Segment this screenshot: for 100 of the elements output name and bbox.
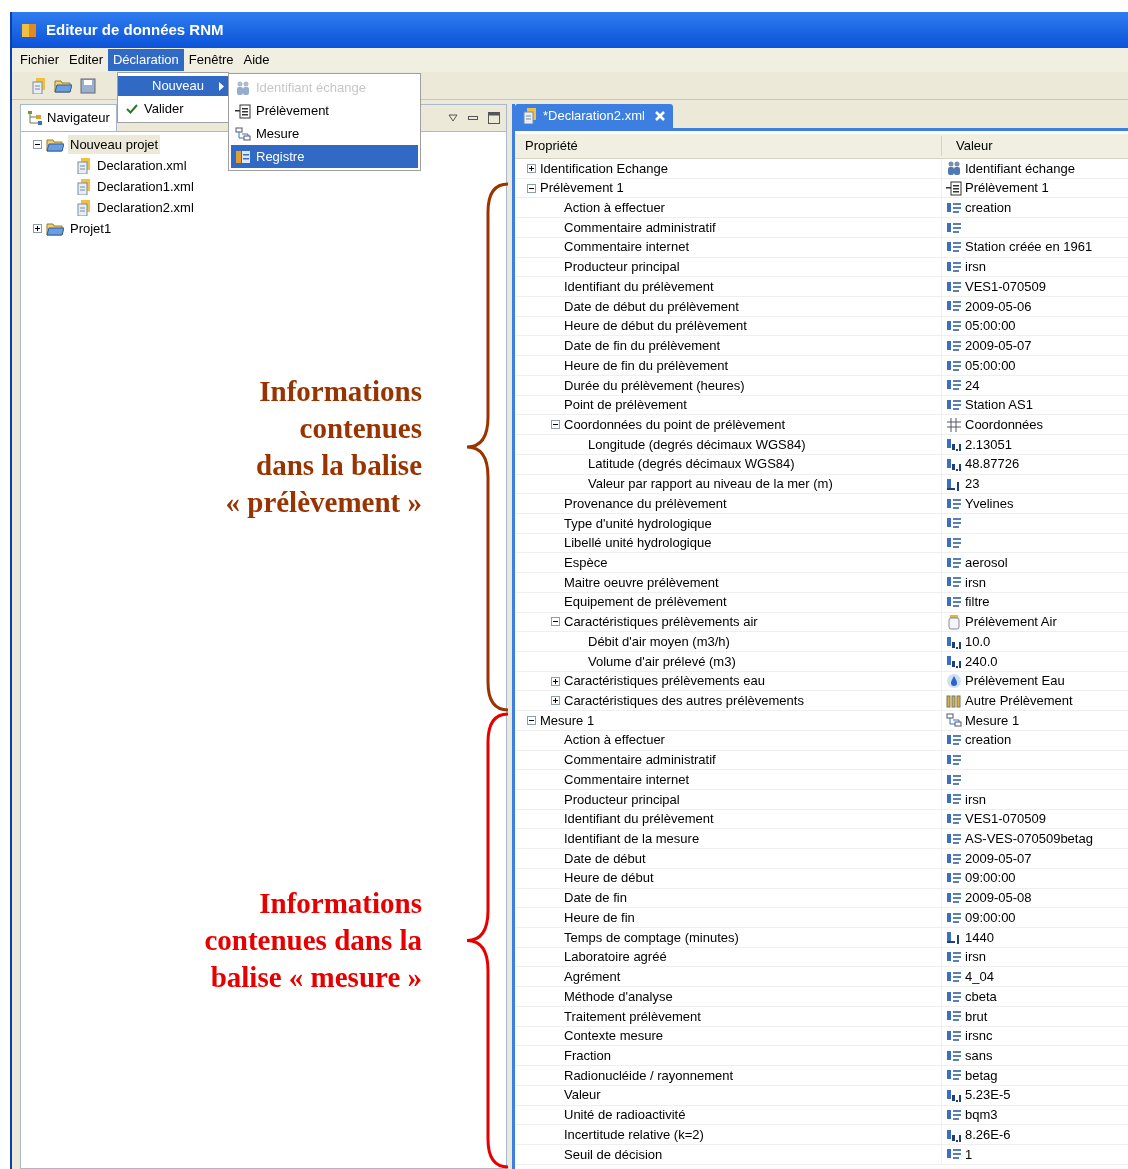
menu-entry[interactable]: Prélèvement <box>231 99 418 122</box>
property-name: Caractéristiques prélèvements air <box>564 613 758 632</box>
property-name: Valeur par rapport au niveau de la mer (m) <box>588 475 833 494</box>
menu-item[interactable]: Déclaration <box>108 49 184 71</box>
property-value: Yvelines <box>965 494 1014 513</box>
property-name: Type d'unité hydrologique <box>564 514 712 533</box>
property-value: sans <box>965 1046 993 1065</box>
tree-item[interactable]: Declaration.xml <box>97 155 187 176</box>
property-name: Equipement de prélèvement <box>564 593 727 612</box>
editor-tab[interactable]: *Declaration2.xml <box>515 104 673 128</box>
annotation-text: Informations contenues dans la balise « prélèvement » <box>224 374 422 520</box>
list-icon <box>946 535 962 551</box>
property-name: Identifiant du prélèvement <box>564 277 714 296</box>
column-header[interactable]: Valeur <box>942 136 993 156</box>
folder-icon <box>46 137 64 152</box>
tree-item[interactable]: Declaration2.xml <box>97 197 194 218</box>
decimal-icon <box>946 653 962 670</box>
property-name: Commentaire administratif <box>564 751 716 770</box>
collapse-toggle[interactable] <box>551 617 560 627</box>
property-value: 09:00:00 <box>965 869 1016 888</box>
property-name: Date de début du prélèvement <box>564 297 739 316</box>
property-name: Coordonnées du point de prélèvement <box>564 415 786 434</box>
tree-item[interactable]: Declaration1.xml <box>97 176 194 197</box>
property-name: Commentaire internet <box>564 238 689 257</box>
clipboard-icon <box>235 102 251 119</box>
property-name: Fraction <box>564 1046 611 1065</box>
document-icon <box>77 178 91 195</box>
property-name: Maitre oeuvre prélèvement <box>564 573 719 592</box>
menu-item[interactable]: Editer <box>64 49 108 71</box>
property-value: 1440 <box>965 928 994 947</box>
property-value: aerosol <box>965 554 1008 572</box>
menu-entry[interactable]: Valider <box>118 99 228 119</box>
navigator-tab[interactable]: Navigateur <box>21 105 117 131</box>
property-value: VES1-070509 <box>965 810 1046 829</box>
property-value: betag <box>965 1066 998 1085</box>
view-menu-icon[interactable] <box>448 114 458 122</box>
maximize-icon[interactable] <box>488 112 500 124</box>
property-value: 240.0 <box>965 652 998 671</box>
close-icon[interactable] <box>654 111 665 121</box>
property-name: Date de début <box>564 849 646 868</box>
property-value: 1 <box>965 1145 973 1164</box>
column-header[interactable]: Propriété <box>515 136 942 156</box>
collapse-toggle[interactable] <box>551 420 560 430</box>
property-name: Provenance du prélèvement <box>564 494 727 513</box>
menu-entry[interactable]: Registre <box>231 145 418 168</box>
collapse-toggle[interactable] <box>527 183 536 193</box>
decimal-icon <box>946 1087 962 1104</box>
property-name: Temps de comptage (minutes) <box>564 928 739 947</box>
expand-toggle[interactable] <box>33 224 42 233</box>
menu-item[interactable]: Fichier <box>15 49 64 71</box>
folder-icon <box>54 78 72 93</box>
app-icon <box>20 21 38 39</box>
document-icon <box>32 77 46 94</box>
property-name: Contexte mesure <box>564 1027 663 1046</box>
minimize-icon[interactable] <box>468 116 478 120</box>
document-icon <box>77 199 91 216</box>
folder-icon <box>46 221 64 236</box>
property-value: 48.87726 <box>965 455 1020 474</box>
people-icon <box>946 160 962 177</box>
property-value: creation <box>965 199 1012 218</box>
tree-item[interactable]: Projet1 <box>68 218 114 239</box>
property-value: 5.23E-5 <box>965 1086 1011 1105</box>
tree-item[interactable]: Nouveau projet <box>68 134 161 155</box>
expand-toggle[interactable] <box>527 163 536 173</box>
menu-item[interactable]: Fenêtre <box>183 49 239 71</box>
check-icon <box>126 103 138 115</box>
property-name: Commentaire internet <box>564 770 689 789</box>
expand-toggle[interactable] <box>551 676 560 686</box>
menu-item[interactable]: Aide <box>238 49 275 71</box>
save-icon[interactable] <box>80 77 96 94</box>
decimal-icon <box>946 436 962 453</box>
property-name: Action à effectuer <box>564 731 665 750</box>
collapse-toggle[interactable] <box>527 716 536 725</box>
property-value: filtre <box>965 593 990 612</box>
property-name: Débit d'air moyen (m3/h) <box>588 632 730 651</box>
property-value: 10.0 <box>965 632 991 651</box>
diagram-icon <box>235 125 251 142</box>
property-value: Station créée en 1961 <box>965 238 1093 257</box>
property-name: Caractéristiques des autres prélèvements <box>564 692 804 710</box>
property-name: Identification Echange <box>540 159 668 178</box>
property-name: Producteur principal <box>564 790 680 809</box>
property-value: Station AS1 <box>965 396 1033 415</box>
open-icon[interactable] <box>54 78 72 93</box>
property-name: Date de fin du prélèvement <box>564 337 721 356</box>
property-value: Prélèvement Eau <box>965 672 1065 691</box>
property-name: Heure de fin du prélèvement <box>564 356 729 375</box>
list-icon <box>946 1028 962 1044</box>
menu-entry[interactable]: Mesure <box>231 122 418 145</box>
property-value: irsn <box>965 790 986 809</box>
clipboard-icon <box>946 180 962 197</box>
property-value: Prélèvement Air <box>965 613 1057 632</box>
property-name: Unité de radioactivité <box>564 1106 686 1125</box>
property-value: irsn <box>965 948 986 967</box>
collapse-toggle[interactable] <box>33 140 42 149</box>
menu-entry[interactable]: Nouveau <box>118 76 228 96</box>
property-value: AS-VES-070509betag <box>965 830 1093 849</box>
property-name: Heure de début <box>564 869 654 888</box>
expand-toggle[interactable] <box>551 696 560 706</box>
document-icon <box>77 157 91 174</box>
property-value: brut <box>965 1007 988 1026</box>
